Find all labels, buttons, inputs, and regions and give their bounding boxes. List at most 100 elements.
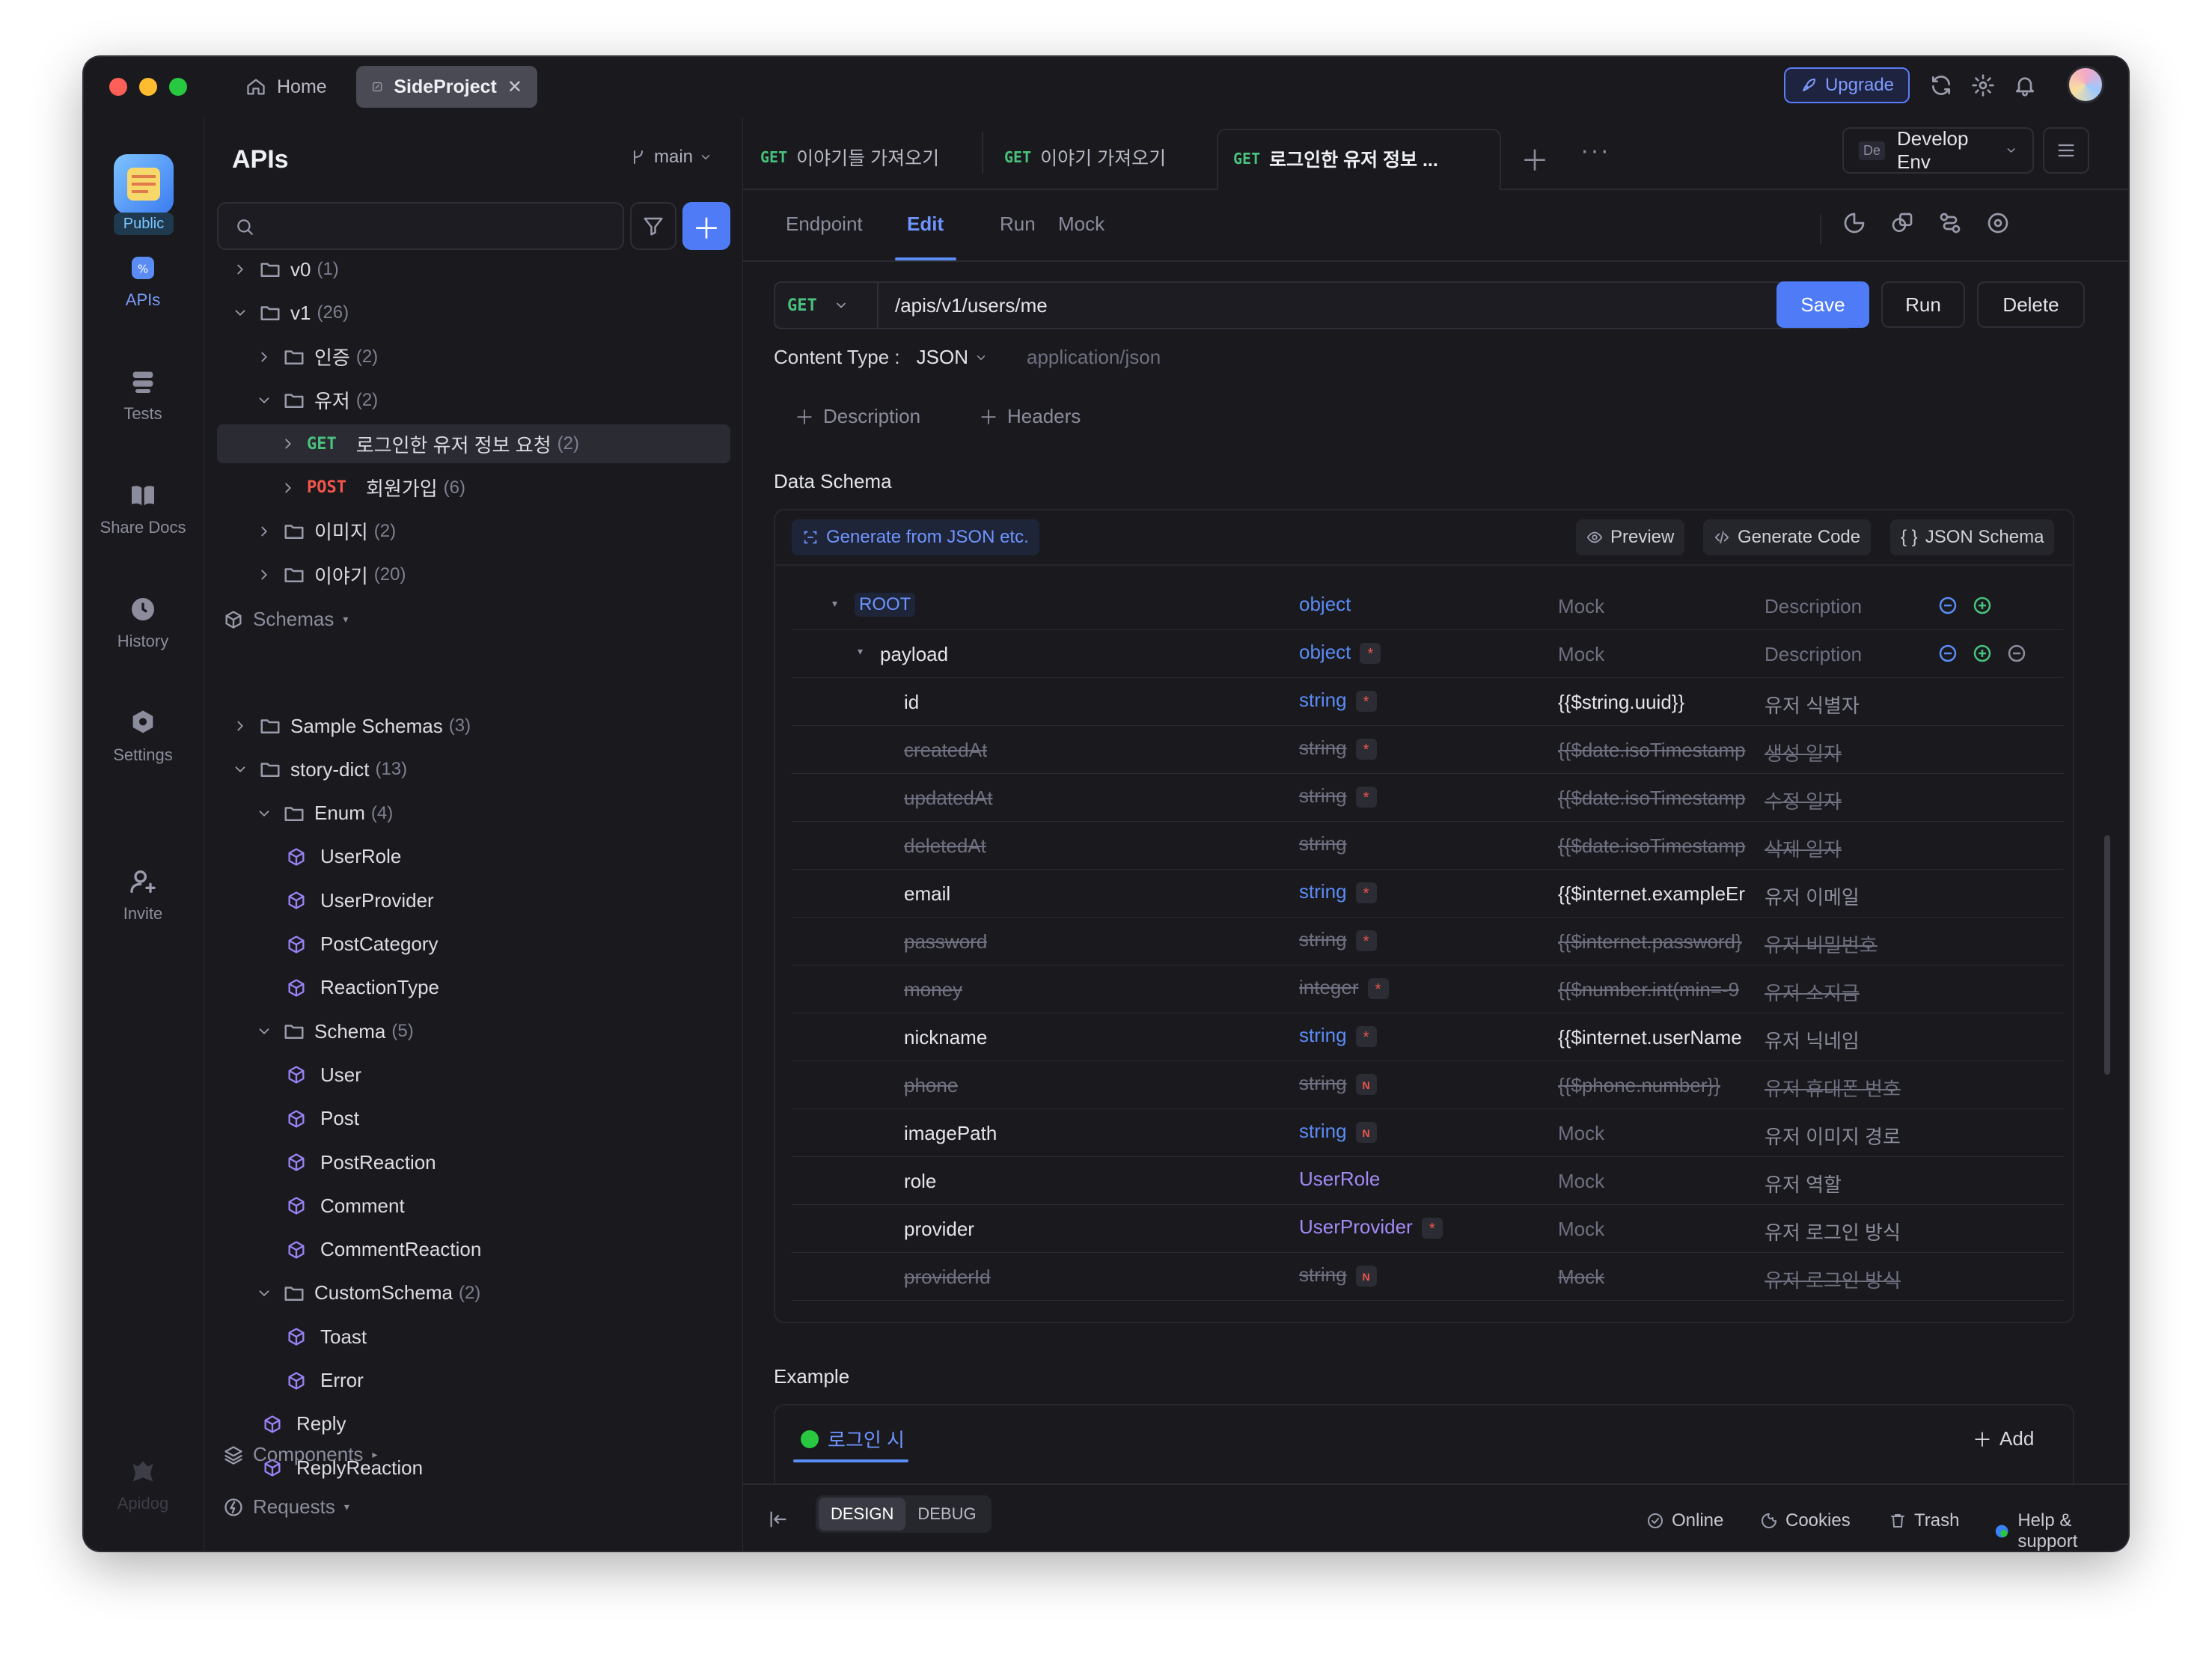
tree-folder[interactable]: 인증 (2) xyxy=(211,338,720,376)
schema-field-type[interactable]: string xyxy=(1299,832,1347,855)
schemas-section[interactable]: Schemas ▾ xyxy=(223,608,348,631)
required-badge[interactable]: * xyxy=(1360,643,1381,665)
schema-field-name[interactable]: updatedAt xyxy=(904,787,993,810)
tree-endpoint[interactable]: POST 회원가입 (6) xyxy=(211,469,720,507)
schema-field-mock[interactable]: {{$date.isoTimestamp xyxy=(1558,739,1751,762)
tree-schema[interactable]: Post xyxy=(211,1099,720,1138)
tree-folder[interactable]: story-dict (13) xyxy=(211,750,720,789)
tree-endpoint[interactable]: GET 로그인한 유저 정보 요청 (2) xyxy=(217,424,730,464)
schema-field-name[interactable]: password xyxy=(904,930,987,953)
schema-field-name[interactable]: imagePath xyxy=(904,1122,997,1145)
maximize-window-button[interactable] xyxy=(169,78,187,96)
schema-field-type[interactable]: string xyxy=(1299,689,1347,711)
tab-item[interactable]: GET 이야기 가져오기 xyxy=(1004,144,1166,171)
schema-field-mock[interactable]: Mock xyxy=(1558,1122,1751,1145)
menu-button[interactable] xyxy=(2043,127,2089,174)
required-badge[interactable]: * xyxy=(1367,978,1389,1000)
schema-row[interactable]: updatedAt string * {{$date.isoTimestamp 수정 일… xyxy=(792,774,2064,822)
tree-folder[interactable]: v0 (1) xyxy=(211,250,720,289)
tree-schema[interactable]: Error xyxy=(211,1361,720,1400)
schema-field-type[interactable]: string xyxy=(1299,736,1347,759)
tree-folder[interactable]: Enum (4) xyxy=(211,794,720,833)
schema-field-name[interactable]: email xyxy=(904,882,950,906)
schema-field-name[interactable]: payload xyxy=(880,643,948,666)
required-badge[interactable]: * xyxy=(1355,1026,1377,1048)
nullable-badge[interactable]: N xyxy=(1355,1074,1377,1096)
schema-field-type[interactable]: string xyxy=(1299,1120,1347,1142)
schema-field-name[interactable]: provider xyxy=(904,1218,974,1241)
delete-button[interactable]: Delete xyxy=(1977,281,2085,328)
schema-field-mock[interactable]: Mock xyxy=(1558,1266,1751,1289)
schema-field-description[interactable]: 유저 휴대폰 번호 xyxy=(1765,1074,1914,1102)
url-input[interactable]: /apis/v1/users/me xyxy=(879,294,1048,317)
schema-field-description[interactable]: 유저 로그인 방식 xyxy=(1765,1266,1914,1293)
schema-field-type[interactable]: object xyxy=(1299,593,1351,615)
subtab-run[interactable]: Run xyxy=(1000,213,1036,236)
gear-icon[interactable] xyxy=(1971,73,1995,97)
schema-field-mock[interactable]: {{$internet.password} xyxy=(1558,930,1751,953)
more-tabs-icon[interactable]: ··· xyxy=(1580,136,1610,165)
collapse-caret-icon[interactable]: ▾ xyxy=(832,597,837,610)
new-tab-button[interactable]: ＋ xyxy=(1521,138,1549,179)
tree-folder[interactable]: v1 (26) xyxy=(211,293,720,332)
schema-row[interactable]: createdAt string * {{$date.isoTimestamp 생성 일… xyxy=(792,726,2064,774)
add-description-button[interactable]: ＋ Description xyxy=(795,403,920,430)
schema-field-mock[interactable]: {{$internet.userName xyxy=(1558,1026,1751,1049)
schema-field-type[interactable]: UserRole xyxy=(1299,1168,1380,1190)
rail-item-share-docs[interactable]: Share Docs xyxy=(84,480,202,537)
rail-item-invite[interactable]: Invite xyxy=(84,867,202,924)
schema-field-mock[interactable]: {{$phone.number}} xyxy=(1558,1074,1751,1097)
schema-field-description[interactable]: 삭제 일자 xyxy=(1765,834,1914,862)
schema-field-type[interactable]: object xyxy=(1299,641,1351,663)
bell-icon[interactable] xyxy=(2013,73,2037,97)
add-field-icon[interactable] xyxy=(1971,594,1993,617)
schema-field-description[interactable]: 유저 이메일 xyxy=(1765,882,1914,910)
schema-row[interactable]: money integer * {{$number.int(min=-9 유저 소지금 xyxy=(792,965,2064,1013)
schema-row[interactable]: deletedAt string {{$date.isoTimestamp 삭제 일자 xyxy=(792,822,2064,870)
tree-schema[interactable]: Toast xyxy=(211,1317,720,1356)
branch-selector[interactable]: main xyxy=(630,147,712,168)
json-schema-button[interactable]: { } JSON Schema xyxy=(1890,519,2055,555)
required-badge[interactable]: * xyxy=(1421,1218,1443,1239)
history-icon[interactable] xyxy=(1842,211,1866,235)
schema-row[interactable]: nickname string * {{$internet.userName 유저 닉네… xyxy=(792,1013,2064,1061)
schema-field-name[interactable]: ROOT xyxy=(855,593,916,617)
schema-field-name[interactable]: id xyxy=(904,691,919,714)
share-icon[interactable] xyxy=(1938,211,1962,235)
tree-folder[interactable]: 이야기 (20) xyxy=(211,555,720,594)
schema-field-description[interactable]: 유저 역할 xyxy=(1765,1170,1914,1197)
schema-field-name[interactable]: nickname xyxy=(904,1026,987,1049)
schema-field-mock[interactable]: {{$date.isoTimestamp xyxy=(1558,787,1751,810)
tree-schema[interactable]: UserProvider xyxy=(211,881,720,920)
schema-field-description[interactable]: 유저 식별자 xyxy=(1765,691,1914,718)
schema-field-type[interactable]: string xyxy=(1299,1263,1347,1286)
example-tab[interactable]: 로그인 시 xyxy=(801,1425,905,1453)
schema-field-mock[interactable]: {{$string.uuid}} xyxy=(1558,691,1751,714)
schema-field-description[interactable]: Description xyxy=(1765,643,1914,666)
required-badge[interactable]: * xyxy=(1355,739,1377,760)
schema-field-mock[interactable]: {{$internet.exampleEr xyxy=(1558,882,1751,906)
schema-row[interactable]: provider UserProvider * Mock 유저 로그인 방식 xyxy=(792,1205,2064,1253)
rail-item-tests[interactable]: Tests xyxy=(84,367,202,424)
tree-schema[interactable]: CommentReaction xyxy=(211,1230,720,1269)
schema-field-description[interactable]: 유저 소지금 xyxy=(1765,978,1914,1006)
schema-row[interactable]: ▾ payload object * Mock Description xyxy=(792,630,2064,678)
collapse-icon[interactable] xyxy=(768,1509,789,1530)
schema-field-name[interactable]: providerId xyxy=(904,1266,991,1289)
schema-field-type[interactable]: string xyxy=(1299,928,1347,950)
sync-icon[interactable] xyxy=(1929,73,1953,97)
rail-item-history[interactable]: History xyxy=(84,594,202,651)
tab-item-active[interactable]: GET 로그인한 유저 정보 ... xyxy=(1217,129,1501,190)
schema-field-name[interactable]: createdAt xyxy=(904,739,987,762)
upgrade-button[interactable]: Upgrade xyxy=(1784,67,1910,103)
generate-code-button[interactable]: Generate Code xyxy=(1703,519,1872,555)
required-badge[interactable]: * xyxy=(1355,930,1377,952)
tree-schema[interactable]: UserRole xyxy=(211,837,720,876)
nullable-badge[interactable]: N xyxy=(1355,1122,1377,1144)
tree-schema[interactable]: PostReaction xyxy=(211,1143,720,1182)
env-selector[interactable]: De Develop Env xyxy=(1842,127,2034,174)
schema-field-type[interactable]: integer xyxy=(1299,976,1359,998)
collapse-field-icon[interactable] xyxy=(1937,642,1959,665)
schema-field-type[interactable]: string xyxy=(1299,1072,1347,1094)
run-button[interactable]: Run xyxy=(1881,281,1965,328)
